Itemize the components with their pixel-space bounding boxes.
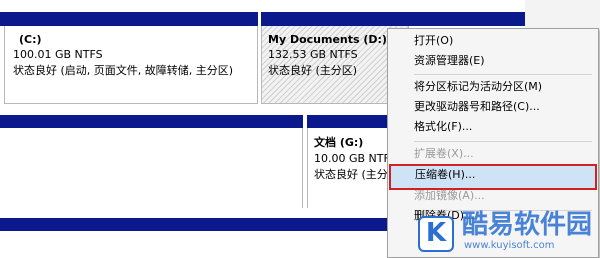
menu-item-add-mirror[interactable]: 添加镜像(A)... [388,186,598,206]
menu-separator [414,74,592,75]
menu-item-open[interactable]: 打开(O) [388,31,598,51]
volume-c-name: (C:) [19,33,42,46]
volume-d-status: 状态良好 (主分区) [268,64,358,77]
menu-item-change-drive-letter[interactable]: 更改驱动器号和路径(C)... [388,97,598,117]
volume-unlabeled-block[interactable] [0,128,303,208]
watermark-text: 酷易软件园 [462,210,593,240]
watermark-url: www.kuyisoft.com [464,240,555,251]
menu-item-explorer[interactable]: 资源管理器(E) [388,51,598,71]
volume-d-capacity: 132.53 GB NTFS [268,48,358,61]
watermark-logo-icon: K [418,216,454,252]
disk1-top-bar-left [0,115,303,128]
volume-g-capacity: 10.00 GB NTFS [314,152,397,165]
volume-c-status: 状态良好 (启动, 页面文件, 故障转储, 主分区) [13,64,234,77]
menu-item-mark-active[interactable]: 将分区标记为活动分区(M) [388,77,598,97]
menu-item-format[interactable]: 格式化(F)... [388,117,598,137]
volume-d-name: My Documents (D:) [268,33,387,46]
menu-separator [414,141,592,142]
menu-item-extend-volume[interactable]: 扩展卷(X)... [388,144,598,164]
volume-c-block[interactable]: (C:) 100.01 GB NTFS 状态良好 (启动, 页面文件, 故障转储… [4,26,258,104]
volume-g-name: 文档 (G:) [314,136,364,149]
disk0-top-bar [0,12,525,26]
volume-bar-divider [258,12,261,26]
volume-c-capacity: 100.01 GB NTFS [13,48,103,61]
disk2-top-bar [0,218,407,231]
